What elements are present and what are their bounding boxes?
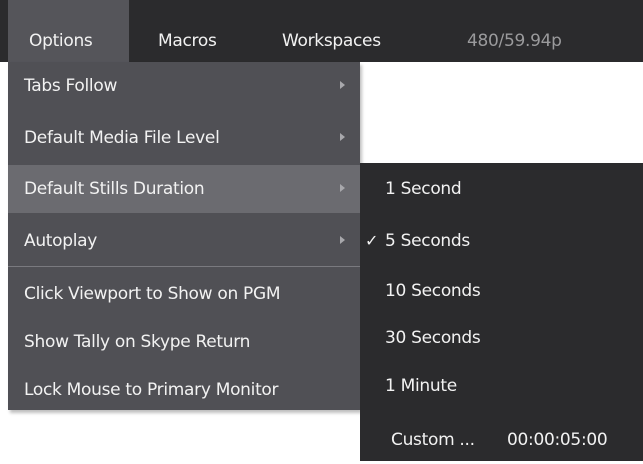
duration-option-5-seconds[interactable]: ✓ 5 Seconds (360, 217, 643, 265)
checkmark-icon: ✓ (365, 231, 379, 250)
submenu-arrow-icon (340, 133, 345, 141)
menu-item-show-tally-on-skype-return[interactable]: Show Tally on Skype Return (8, 318, 360, 366)
menu-item-label: Show Tally on Skype Return (24, 332, 251, 352)
duration-option-label: 10 Seconds (385, 281, 481, 301)
menu-macros[interactable]: Macros (158, 0, 217, 62)
duration-option-1-second[interactable]: 1 Second (360, 165, 643, 213)
submenu-arrow-icon (340, 236, 345, 244)
custom-duration-value[interactable]: 00:00:05:00 (507, 430, 608, 450)
duration-option-label: 5 Seconds (385, 231, 470, 251)
duration-option-label: 30 Seconds (385, 328, 481, 348)
duration-option-10-seconds[interactable]: 10 Seconds (360, 267, 643, 315)
stills-duration-submenu: 1 Second ✓ 5 Seconds 10 Seconds 30 Secon… (360, 163, 643, 461)
menu-item-autoplay[interactable]: Autoplay (8, 217, 360, 265)
menu-item-default-media-file-level[interactable]: Default Media File Level (8, 114, 360, 162)
duration-option-1-minute[interactable]: 1 Minute (360, 362, 643, 410)
menu-item-label: Default Media File Level (24, 128, 220, 148)
menu-item-label: Default Stills Duration (24, 179, 205, 199)
menu-item-default-stills-duration[interactable]: Default Stills Duration (8, 165, 360, 213)
custom-duration-label: Custom ... (391, 430, 475, 450)
menu-options[interactable]: Options (8, 0, 129, 62)
menu-item-label: Lock Mouse to Primary Monitor (24, 380, 279, 400)
menu-item-label: Autoplay (24, 231, 98, 251)
menu-item-label: Tabs Follow (24, 76, 118, 96)
menu-workspaces[interactable]: Workspaces (282, 0, 381, 62)
menu-item-label: Click Viewport to Show on PGM (24, 284, 281, 304)
video-format-label: 480/59.94p (467, 31, 562, 51)
options-dropdown: Tabs Follow Default Media File Level Def… (8, 62, 360, 410)
menu-bar: Options Macros Workspaces 480/59.94p (0, 0, 643, 62)
menu-item-lock-mouse-to-primary-monitor[interactable]: Lock Mouse to Primary Monitor (8, 366, 360, 414)
menu-item-click-viewport-to-show-on-pgm[interactable]: Click Viewport to Show on PGM (8, 270, 360, 318)
menu-separator (8, 266, 360, 267)
duration-option-custom[interactable]: Custom ... 00:00:05:00 (360, 416, 643, 464)
submenu-arrow-icon (340, 81, 345, 89)
duration-option-30-seconds[interactable]: 30 Seconds (360, 314, 643, 362)
menu-item-tabs-follow[interactable]: Tabs Follow (8, 62, 360, 110)
submenu-arrow-icon (340, 184, 345, 192)
duration-option-label: 1 Minute (385, 376, 457, 396)
duration-option-label: 1 Second (385, 179, 462, 199)
